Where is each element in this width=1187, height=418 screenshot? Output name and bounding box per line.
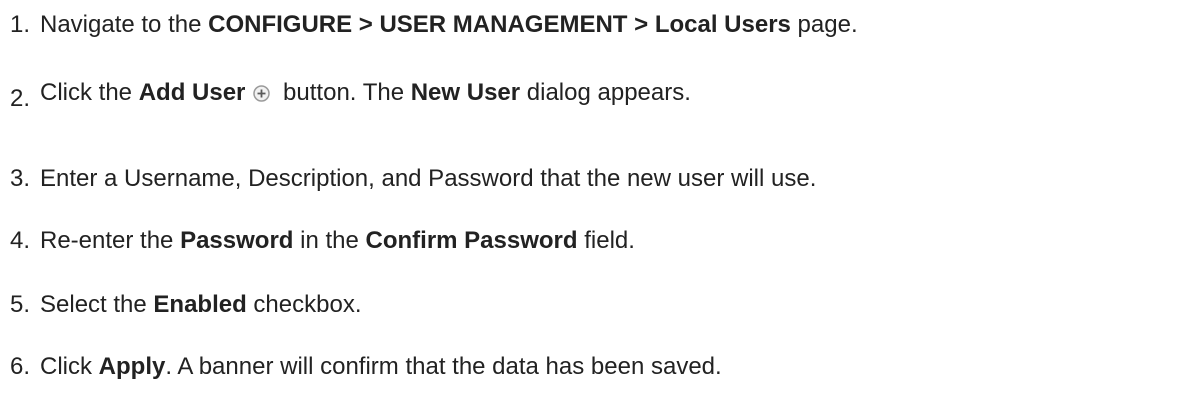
- step-text: page.: [790, 11, 858, 38]
- add-user-label: Add User: [138, 79, 246, 106]
- add-circle-icon: [253, 80, 271, 102]
- step-text: Select the: [40, 291, 154, 318]
- menu-path: CONFIGURE > USER MANAGEMENT > Local User…: [208, 11, 791, 38]
- step-number: 4.: [10, 227, 31, 254]
- button-name: Apply: [98, 353, 166, 380]
- checkbox-name: Enabled: [153, 291, 247, 318]
- step-text: Click the: [40, 79, 139, 106]
- step-text: button. The: [276, 79, 411, 106]
- step-5: 5. Select the Enabled checkbox.: [10, 290, 362, 320]
- step-text: . A banner will confirm that the data ha…: [165, 353, 722, 380]
- step-6: 6. Click Apply. A banner will confirm tha…: [10, 352, 722, 382]
- step-number: 3.: [10, 165, 31, 192]
- step-text: checkbox.: [246, 291, 362, 318]
- step-number: 6.: [10, 353, 31, 380]
- field-name: Confirm Password: [365, 227, 578, 254]
- dialog-name: New User: [410, 79, 521, 106]
- step-1: 1. Navigate to the CONFIGURE > USER MANAG…: [10, 10, 858, 40]
- step-text: field.: [577, 227, 635, 254]
- step-number: 5.: [10, 291, 31, 318]
- step-number: 2.: [10, 85, 31, 112]
- step-number: 1.: [10, 11, 31, 38]
- step-text: Re-enter the: [40, 227, 181, 254]
- step-text: Navigate to the: [40, 11, 209, 38]
- step-3: 3. Enter a Username, Description, and Pas…: [10, 164, 816, 194]
- step-text: dialog appears.: [520, 79, 691, 106]
- step-text: Enter a Username, Description, and Passw…: [40, 165, 817, 192]
- field-name: Password: [180, 227, 294, 254]
- step-text: in the: [293, 227, 366, 254]
- step-2: 2. Click the Add User button. The New Use…: [10, 78, 691, 112]
- step-4: 4. Re-enter the Password in the Confirm P…: [10, 226, 635, 256]
- step-text: Click: [40, 353, 99, 380]
